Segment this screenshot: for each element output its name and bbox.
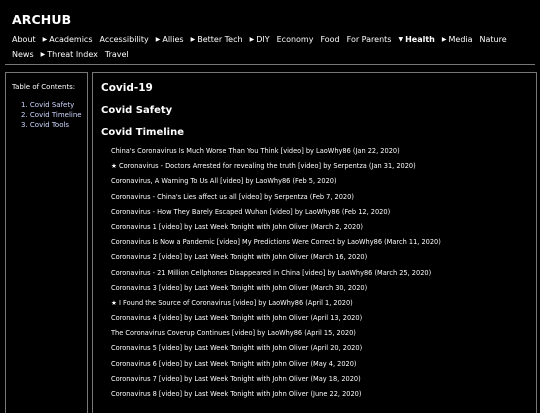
video-list-item: Coronavirus 3 [video] by Last Week Tonig…	[111, 283, 441, 298]
triangle-right-icon: ▶	[42, 36, 48, 43]
nav-item-about[interactable]: About	[12, 32, 36, 47]
nav-item-news[interactable]: News	[12, 47, 34, 62]
main-nav: About ▶ Academics Accessibility ▶ Allies ▶ Bett…	[12, 32, 532, 62]
table-of-contents: Table of Contents: 1. Covid Safety 2. Co…	[5, 72, 88, 413]
triangle-right-icon: ▶	[190, 36, 196, 43]
nav-item-for-parents[interactable]: For Parents	[347, 32, 392, 47]
nav-item-health[interactable]: ▼ Health	[398, 32, 434, 47]
nav-item-academics[interactable]: ▶ Academics	[43, 32, 93, 47]
nav-item-label: For Parents	[346, 35, 392, 44]
video-link[interactable]: Coronavirus Is Now a Pandemic [video] My…	[111, 238, 441, 246]
main-content: Covid-19 Covid Safety Covid Timeline Chi…	[92, 72, 537, 413]
nav-item-accessibility[interactable]: Accessibility	[100, 32, 149, 47]
video-link[interactable]: The Coronavirus Coverup Continues [video…	[111, 329, 356, 337]
toc-item: 2. Covid Timeline	[21, 110, 87, 120]
header-divider	[5, 64, 535, 65]
video-list-item: Coronavirus 5 [video] by Last Week Tonig…	[111, 343, 441, 358]
nav-item-label: DIY	[256, 35, 270, 44]
nav-item-label: Accessibility	[99, 35, 149, 44]
video-link[interactable]: Coronavirus 5 [video] by Last Week Tonig…	[111, 344, 362, 352]
nav-item-label: Food	[320, 35, 340, 44]
video-list-item: Coronavirus 1 [video] by Last Week Tonig…	[111, 222, 441, 237]
triangle-right-icon: ▶	[249, 36, 255, 43]
toc-item: 1. Covid Safety	[21, 100, 87, 110]
toc-link-covid-tools[interactable]: 3. Covid Tools	[21, 121, 69, 129]
video-list: China's Coronavirus Is Much Worse Than Y…	[111, 146, 441, 404]
video-link[interactable]: Coronavirus - China's Lies affect us all…	[111, 193, 354, 201]
video-list-item: The Coronavirus Coverup Continues [video…	[111, 328, 441, 343]
nav-item-label: About	[12, 35, 36, 44]
site-title[interactable]: ARCHUB	[12, 12, 532, 28]
nav-row-1: About ▶ Academics Accessibility ▶ Allies ▶ Bett…	[12, 32, 532, 47]
video-link[interactable]: Coronavirus 7 [video] by Last Week Tonig…	[111, 375, 361, 383]
triangle-right-icon: ▶	[40, 51, 46, 58]
nav-item-travel[interactable]: Travel	[105, 47, 129, 62]
triangle-down-icon: ▼	[398, 36, 404, 43]
video-list-item: ★ Coronavirus - Doctors Arrested for rev…	[111, 161, 441, 176]
nav-row-2: News ▶ Threat Index Travel	[12, 47, 532, 62]
toc-list: 1. Covid Safety 2. Covid Timeline 3. Cov…	[6, 100, 87, 130]
nav-item-economy[interactable]: Economy	[277, 32, 314, 47]
toc-item: 3. Covid Tools	[21, 120, 87, 130]
nav-item-nature[interactable]: Nature	[480, 32, 507, 47]
nav-item-label: Better Tech	[197, 35, 243, 44]
nav-item-label: Threat Index	[47, 50, 98, 59]
video-list-item: Coronavirus, A Warning To Us All [video]…	[111, 176, 441, 191]
video-list-item: Coronavirus 8 [video] by Last Week Tonig…	[111, 389, 441, 404]
video-list-item: Coronavirus Is Now a Pandemic [video] My…	[111, 237, 441, 252]
nav-item-label: Academics	[49, 35, 93, 44]
site-header: ARCHUB About ▶ Academics Accessibility ▶ Alli…	[12, 12, 532, 62]
video-list-item: Coronavirus 4 [video] by Last Week Tonig…	[111, 313, 441, 328]
video-link[interactable]: Coronavirus 3 [video] by Last Week Tonig…	[111, 284, 367, 292]
nav-item-label: Economy	[276, 35, 314, 44]
toc-title: Table of Contents:	[12, 83, 76, 91]
video-link[interactable]: Coronavirus 6 [video] by Last Week Tonig…	[111, 360, 357, 368]
nav-item-label: Health	[405, 35, 435, 44]
video-list-item: Coronavirus 2 [video] by Last Week Tonig…	[111, 252, 441, 267]
nav-item-food[interactable]: Food	[320, 32, 339, 47]
section-title-covid-timeline: Covid Timeline	[101, 127, 185, 138]
nav-item-label: Nature	[479, 35, 507, 44]
video-link[interactable]: China's Coronavirus Is Much Worse Than Y…	[111, 147, 400, 155]
video-link[interactable]: Coronavirus 8 [video] by Last Week Tonig…	[111, 390, 361, 398]
page-title: Covid-19	[101, 82, 153, 94]
video-link[interactable]: ★ I Found the Source of Coronavirus [vid…	[111, 299, 353, 307]
video-list-item: Coronavirus - 21 Million Cellphones Disa…	[111, 268, 441, 283]
toc-link-covid-safety[interactable]: 1. Covid Safety	[21, 101, 74, 109]
video-link[interactable]: Coronavirus 1 [video] by Last Week Tonig…	[111, 223, 363, 231]
nav-item-media[interactable]: ▶ Media	[442, 32, 473, 47]
triangle-right-icon: ▶	[155, 36, 161, 43]
video-link[interactable]: Coronavirus - 21 Million Cellphones Disa…	[111, 269, 431, 277]
video-link[interactable]: Coronavirus - How They Barely Escaped Wu…	[111, 208, 390, 216]
nav-item-better-tech[interactable]: ▶ Better Tech	[191, 32, 243, 47]
video-list-item: Coronavirus 6 [video] by Last Week Tonig…	[111, 359, 441, 374]
nav-item-label: News	[12, 50, 34, 59]
video-link[interactable]: Coronavirus, A Warning To Us All [video]…	[111, 177, 337, 185]
triangle-right-icon: ▶	[441, 36, 447, 43]
nav-item-allies[interactable]: ▶ Allies	[156, 32, 184, 47]
toc-link-covid-timeline[interactable]: 2. Covid Timeline	[21, 111, 82, 119]
section-title-covid-safety: Covid Safety	[101, 105, 173, 116]
nav-item-label: Media	[448, 35, 473, 44]
video-list-item: China's Coronavirus Is Much Worse Than Y…	[111, 146, 441, 161]
video-list-item: Coronavirus 7 [video] by Last Week Tonig…	[111, 374, 441, 389]
video-list-item: Coronavirus - How They Barely Escaped Wu…	[111, 207, 441, 222]
video-list-item: ★ I Found the Source of Coronavirus [vid…	[111, 298, 441, 313]
video-link[interactable]: Coronavirus 2 [video] by Last Week Tonig…	[111, 253, 367, 261]
nav-item-label: Travel	[104, 50, 129, 59]
video-link[interactable]: ★ Coronavirus - Doctors Arrested for rev…	[111, 162, 416, 170]
video-list-item: Coronavirus - China's Lies affect us all…	[111, 192, 441, 207]
nav-item-threat-index[interactable]: ▶ Threat Index	[41, 47, 98, 62]
nav-item-label: Allies	[162, 35, 184, 44]
nav-item-diy[interactable]: ▶ DIY	[250, 32, 270, 47]
video-link[interactable]: Coronavirus 4 [video] by Last Week Tonig…	[111, 314, 362, 322]
